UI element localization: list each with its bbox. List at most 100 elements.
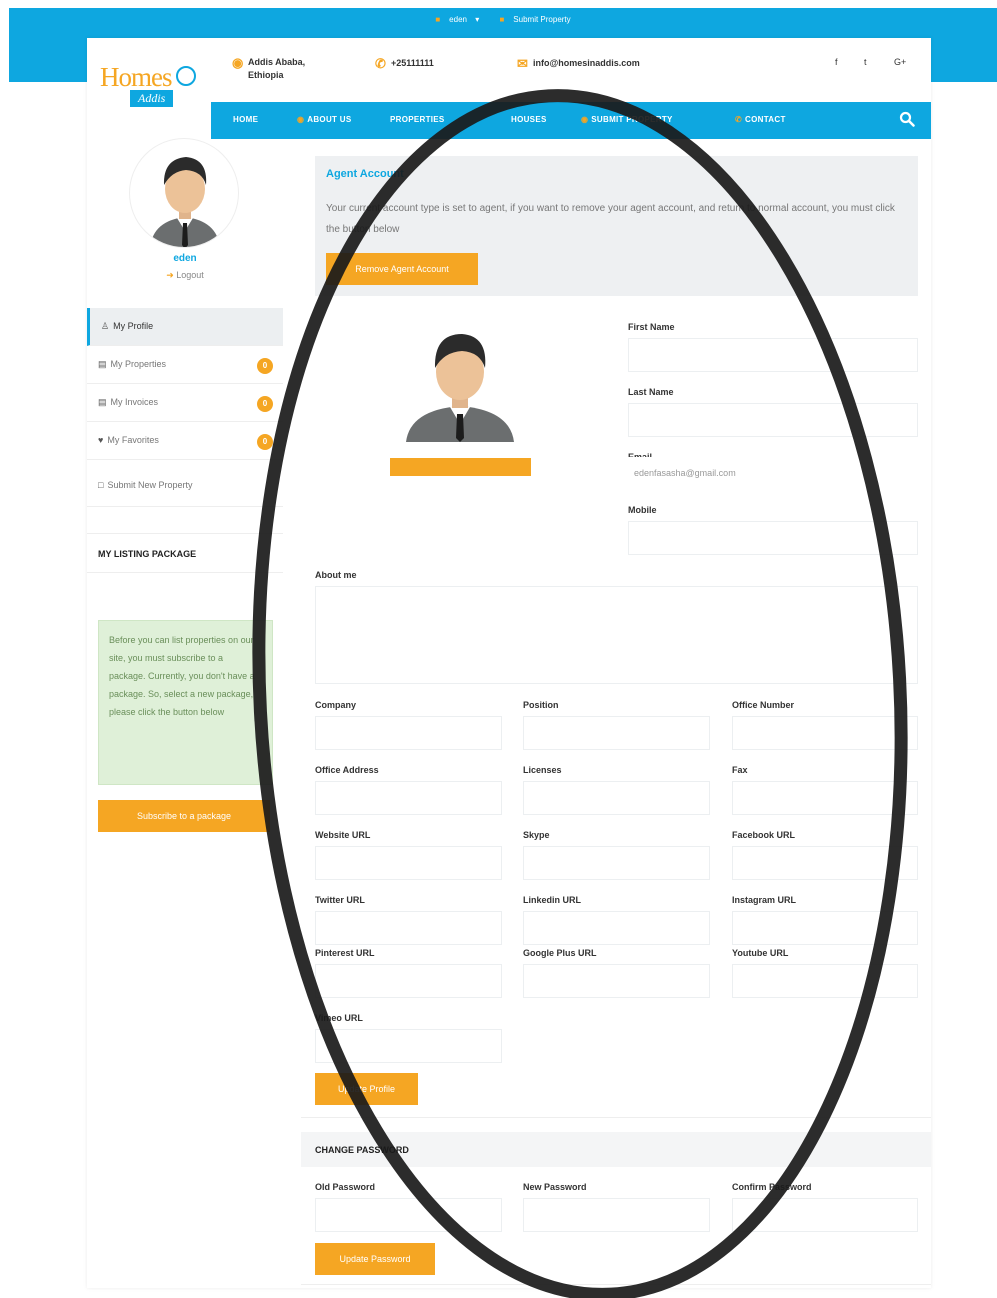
- nav-properties[interactable]: Properties: [390, 115, 445, 124]
- nav-submit-label: Submit Property: [591, 115, 673, 124]
- nav-submit-property[interactable]: ◉ Submit Property: [581, 115, 673, 124]
- nav-home[interactable]: Home: [233, 115, 258, 124]
- file-icon: □: [98, 480, 104, 490]
- company-field[interactable]: [315, 716, 502, 750]
- nav-about-label: About Us: [307, 115, 352, 124]
- office-number-field[interactable]: [732, 716, 918, 750]
- house-icon: [176, 66, 196, 86]
- twitter-icon[interactable]: t: [864, 57, 867, 67]
- info-icon: ◉: [297, 115, 305, 124]
- nav-contact-label: Contact: [745, 115, 786, 124]
- sidebar-item-my-properties[interactable]: ▤ My Properties 0: [87, 346, 283, 384]
- about-me-textarea[interactable]: [315, 586, 918, 684]
- phone-icon: ✆: [375, 56, 386, 71]
- nav-about-us[interactable]: ◉ About Us: [297, 115, 351, 124]
- list-icon: ▤: [98, 359, 107, 369]
- user-menu[interactable]: ■ eden ▾: [429, 15, 479, 24]
- email-field[interactable]: edenfasasha@gmail.com: [628, 457, 918, 491]
- subscribe-package-button[interactable]: Subscribe to a package: [98, 800, 270, 832]
- email-value: edenfasasha@gmail.com: [634, 468, 736, 478]
- new-password-field[interactable]: [523, 1198, 710, 1232]
- sidebar-item-my-favorites[interactable]: ♥ My Favorites 0: [87, 422, 283, 460]
- instagram-url-field[interactable]: [732, 911, 918, 945]
- position-label: Position: [523, 700, 559, 710]
- vimeo-url-label: Vimeo URL: [315, 1013, 363, 1023]
- count-badge: 0: [257, 396, 273, 412]
- nav-houses[interactable]: Houses: [511, 115, 547, 124]
- listing-package-title: MY LISTING PACKAGE: [87, 533, 283, 573]
- confirm-password-label: Confirm Password: [732, 1182, 812, 1192]
- logo-text: Homes: [100, 62, 172, 92]
- upload-photo-button[interactable]: [390, 458, 531, 476]
- remove-agent-button[interactable]: Remove Agent Account: [326, 253, 478, 285]
- sidebar-username: eden: [173, 253, 197, 264]
- google-plus-icon[interactable]: G+: [894, 57, 906, 67]
- location-pin-icon: ◉: [232, 55, 244, 70]
- sidebar-item-label: Submit New Property: [107, 480, 193, 490]
- phone-text: +25111111: [391, 58, 434, 68]
- logout-link[interactable]: ➜ Logout: [87, 270, 283, 281]
- envelope-icon: ✉: [517, 56, 528, 71]
- address-text: Addis Ababa, Ethiopia: [248, 57, 306, 80]
- google-plus-url-label: Google Plus URL: [523, 948, 597, 958]
- instagram-url-label: Instagram URL: [732, 895, 797, 905]
- sidebar-avatar: [129, 138, 239, 248]
- office-address-field[interactable]: [315, 781, 502, 815]
- sidebar-item-submit-new-property[interactable]: □ Submit New Property: [87, 460, 283, 507]
- avatar-icon: [406, 334, 514, 442]
- facebook-url-label: Facebook URL: [732, 830, 796, 840]
- top-links: ■ eden ▾ ■ Submit Property: [9, 15, 997, 24]
- mobile-field[interactable]: [628, 521, 918, 555]
- office-number-label: Office Number: [732, 700, 795, 710]
- package-notice: Before you can list properties on our si…: [98, 620, 273, 785]
- linkedin-url-field[interactable]: [523, 911, 710, 945]
- sidebar-item-label: My Properties: [110, 359, 167, 369]
- sidebar-item-my-invoices[interactable]: ▤ My Invoices 0: [87, 384, 283, 422]
- position-field[interactable]: [523, 716, 710, 750]
- company-label: Company: [315, 700, 357, 710]
- sidebar-item-label: My Invoices: [110, 397, 159, 407]
- facebook-url-field[interactable]: [732, 846, 918, 880]
- youtube-url-field[interactable]: [732, 964, 918, 998]
- google-plus-url-field[interactable]: [523, 964, 710, 998]
- folder-icon: ■: [499, 15, 505, 24]
- search-icon[interactable]: [899, 111, 915, 127]
- last-name-field[interactable]: [628, 403, 918, 437]
- site-logo[interactable]: Homes Addis: [100, 62, 200, 112]
- user-icon: ♙: [101, 321, 110, 331]
- profile-avatar: [400, 326, 520, 446]
- logout-icon: ➜: [166, 270, 174, 280]
- bottom-divider: [301, 1284, 931, 1285]
- twitter-url-field[interactable]: [315, 911, 502, 945]
- header-email[interactable]: ✉ info@homesinaddis.com: [517, 57, 640, 70]
- section-divider: [301, 1117, 931, 1118]
- last-name-label: Last Name: [628, 387, 674, 397]
- old-password-label: Old Password: [315, 1182, 376, 1192]
- vimeo-url-field[interactable]: [315, 1029, 502, 1063]
- skype-label: Skype: [523, 830, 550, 840]
- fax-field[interactable]: [732, 781, 918, 815]
- submit-property-link[interactable]: ■ Submit Property: [493, 15, 576, 24]
- skype-field[interactable]: [523, 846, 710, 880]
- youtube-url-label: Youtube URL: [732, 948, 789, 958]
- update-profile-button[interactable]: Update Profile: [315, 1073, 418, 1105]
- linkedin-url-label: Linkedin URL: [523, 895, 581, 905]
- first-name-field[interactable]: [628, 338, 918, 372]
- facebook-icon[interactable]: f: [835, 57, 838, 67]
- twitter-url-label: Twitter URL: [315, 895, 365, 905]
- sidebar-menu: ♙ My Profile ▤ My Properties 0 ▤ My Invoice…: [87, 308, 283, 507]
- old-password-field[interactable]: [315, 1198, 502, 1232]
- header-phone: ✆ +25111111: [375, 57, 434, 70]
- user-icon: ■: [435, 15, 441, 24]
- confirm-password-field[interactable]: [732, 1198, 918, 1232]
- licenses-field[interactable]: [523, 781, 710, 815]
- count-badge: 0: [257, 434, 273, 450]
- change-password-title: CHANGE PASSWORD: [301, 1132, 931, 1167]
- count-badge: 0: [257, 358, 273, 374]
- sidebar-item-my-profile[interactable]: ♙ My Profile: [87, 308, 283, 346]
- pinterest-url-label: Pinterest URL: [315, 948, 375, 958]
- nav-contact[interactable]: ✆ Contact: [735, 115, 786, 124]
- website-url-field[interactable]: [315, 846, 502, 880]
- pinterest-url-field[interactable]: [315, 964, 502, 998]
- update-password-button[interactable]: Update Password: [315, 1243, 435, 1275]
